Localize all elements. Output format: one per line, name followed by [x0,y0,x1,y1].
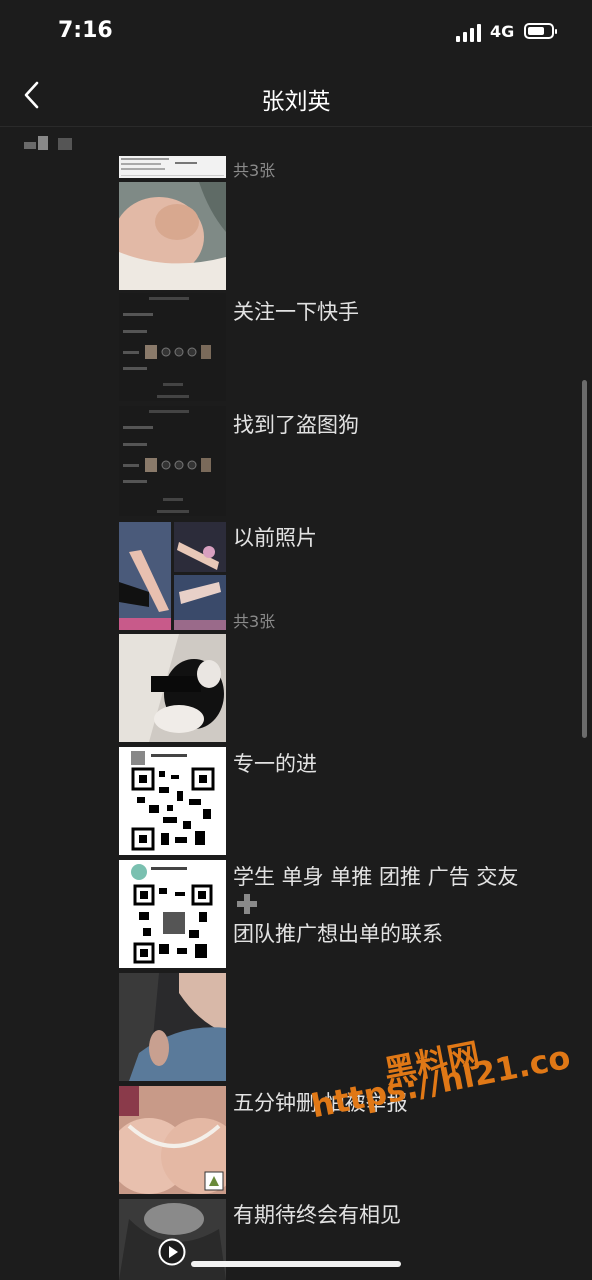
post-image[interactable] [119,634,226,742]
post-image[interactable] [119,973,226,1081]
post-caption: 学生 单身 单推 团推 广告 交友 [233,865,519,889]
post-caption: 关注一下快手 [233,300,359,324]
post-image-screenshot[interactable] [119,293,226,401]
scrollbar[interactable] [582,380,587,738]
post-caption: 以前照片 [233,526,317,550]
post-caption: 专一的进 [233,752,317,776]
network-type: 4G [490,22,515,41]
post-image[interactable] [119,1086,226,1194]
status-time: 7:16 [58,18,113,43]
post-caption: 有期待终会有相见 [233,1203,401,1227]
plus-icon [236,893,258,915]
play-icon[interactable] [158,1238,186,1266]
post-image-document[interactable] [119,156,226,178]
image-count: 共3张 [233,161,276,180]
post-image-qrcode[interactable] [119,860,226,968]
watermark-title: 黑料网 [381,1035,483,1092]
image-count: 共3张 [233,612,276,631]
post-image[interactable] [119,182,226,290]
status-bar: 7:16 4G [0,0,592,64]
home-indicator[interactable] [191,1261,401,1267]
post-image[interactable] [119,522,226,630]
post-caption: 找到了盗图狗 [233,413,359,437]
header-divider [0,126,592,127]
avatar [24,134,74,152]
post-image-qrcode[interactable] [119,747,226,855]
post-caption: 团队推广想出单的联系 [233,922,443,946]
page-title: 张刘英 [261,89,331,115]
signal-icon [456,24,482,42]
post-caption: 五分钟删 怕被举报 [233,1091,408,1115]
nav-bar: 张刘英 [0,64,592,126]
battery-icon [524,23,557,39]
post-image-screenshot[interactable] [119,406,226,516]
